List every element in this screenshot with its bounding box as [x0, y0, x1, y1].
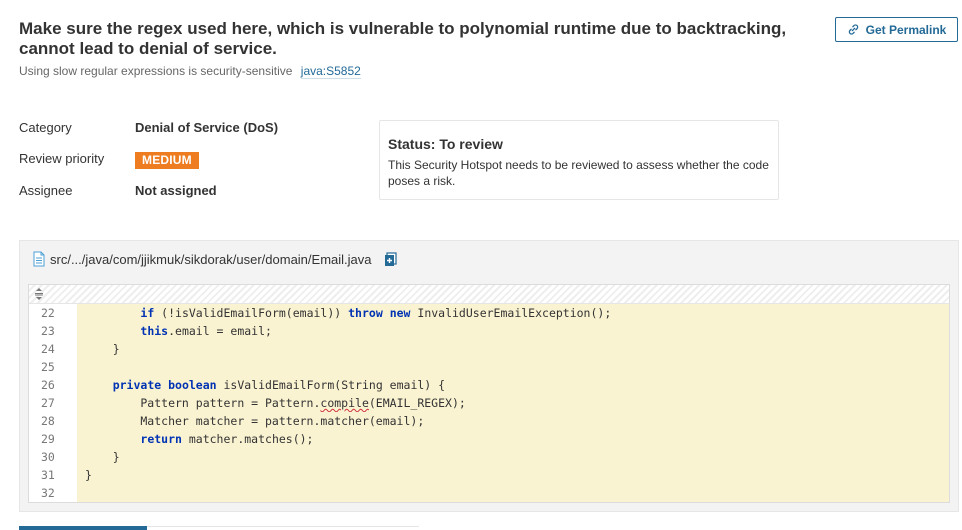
status-description: This Security Hotspot needs to be review… — [388, 158, 769, 188]
line-number[interactable]: 25 — [29, 358, 75, 376]
get-permalink-button[interactable]: Get Permalink — [835, 17, 958, 42]
category-value: Denial of Service (DoS) — [135, 120, 279, 135]
code-line: 30 } — [29, 448, 949, 466]
status-panel: Status: To review This Security Hotspot … — [379, 120, 779, 200]
priority-badge: MEDIUM — [135, 152, 199, 169]
line-number[interactable]: 31 — [29, 466, 75, 484]
code-text — [77, 358, 949, 376]
code-text: if (!isValidEmailForm(email)) throw new … — [77, 304, 949, 322]
code-text: } — [77, 340, 949, 358]
get-permalink-label: Get Permalink — [865, 22, 947, 37]
expand-icon[interactable] — [34, 287, 44, 301]
rule-description: Using slow regular expressions is securi… — [19, 64, 293, 78]
rule-key-link[interactable]: java:S5852 — [300, 64, 361, 79]
code-text — [77, 484, 949, 502]
code-text: return matcher.matches(); — [77, 430, 949, 448]
line-number[interactable]: 23 — [29, 322, 75, 340]
copy-path-icon[interactable] — [384, 251, 397, 267]
code-line: 26 private boolean isValidEmailForm(Stri… — [29, 376, 949, 394]
line-number[interactable]: 29 — [29, 430, 75, 448]
source-code: 22 if (!isValidEmailForm(email)) throw n… — [28, 284, 950, 503]
category-label: Category — [19, 120, 72, 135]
assignee-value: Not assigned — [135, 183, 217, 198]
code-text: } — [77, 466, 949, 484]
code-text: Pattern pattern = Pattern.compile(EMAIL_… — [77, 394, 949, 412]
code-line: 23 this.email = email; — [29, 322, 949, 340]
priority-label: Review priority — [19, 151, 105, 166]
priority-value-wrap: MEDIUM — [135, 152, 199, 169]
hotspot-subtitle: Using slow regular expressions is securi… — [19, 64, 361, 79]
hotspot-title: Make sure the regex used here, which is … — [19, 19, 787, 58]
code-line: 27 Pattern pattern = Pattern.compile(EMA… — [29, 394, 949, 412]
file-path: src/.../java/com/jjikmuk/sikdorak/user/d… — [50, 251, 372, 267]
code-text: Matcher matcher = pattern.matcher(email)… — [77, 412, 949, 430]
line-number[interactable]: 28 — [29, 412, 75, 430]
link-icon — [848, 24, 858, 35]
tabs-underline — [19, 526, 419, 530]
code-line: 32 — [29, 484, 949, 502]
code-viewer: src/.../java/com/jjikmuk/sikdorak/user/d… — [19, 240, 959, 512]
expand-lines-bar[interactable] — [29, 285, 949, 304]
code-line: 31} — [29, 466, 949, 484]
active-tab-indicator — [19, 526, 147, 530]
file-icon — [33, 251, 45, 267]
code-text: private boolean isValidEmailForm(String … — [77, 376, 949, 394]
line-number[interactable]: 32 — [29, 484, 75, 502]
line-number[interactable]: 24 — [29, 340, 75, 358]
code-text: this.email = email; — [77, 322, 949, 340]
code-line: 22 if (!isValidEmailForm(email)) throw n… — [29, 304, 949, 322]
code-line: 28 Matcher matcher = pattern.matcher(ema… — [29, 412, 949, 430]
code-line: 24 } — [29, 340, 949, 358]
assignee-label: Assignee — [19, 183, 73, 198]
file-header: src/.../java/com/jjikmuk/sikdorak/user/d… — [32, 249, 397, 269]
code-text: } — [77, 448, 949, 466]
code-line: 25 — [29, 358, 949, 376]
line-number[interactable]: 26 — [29, 376, 75, 394]
code-line: 29 return matcher.matches(); — [29, 430, 949, 448]
line-number[interactable]: 22 — [29, 304, 75, 322]
line-number[interactable]: 27 — [29, 394, 75, 412]
status-title: Status: To review — [388, 136, 503, 152]
line-number[interactable]: 30 — [29, 448, 75, 466]
